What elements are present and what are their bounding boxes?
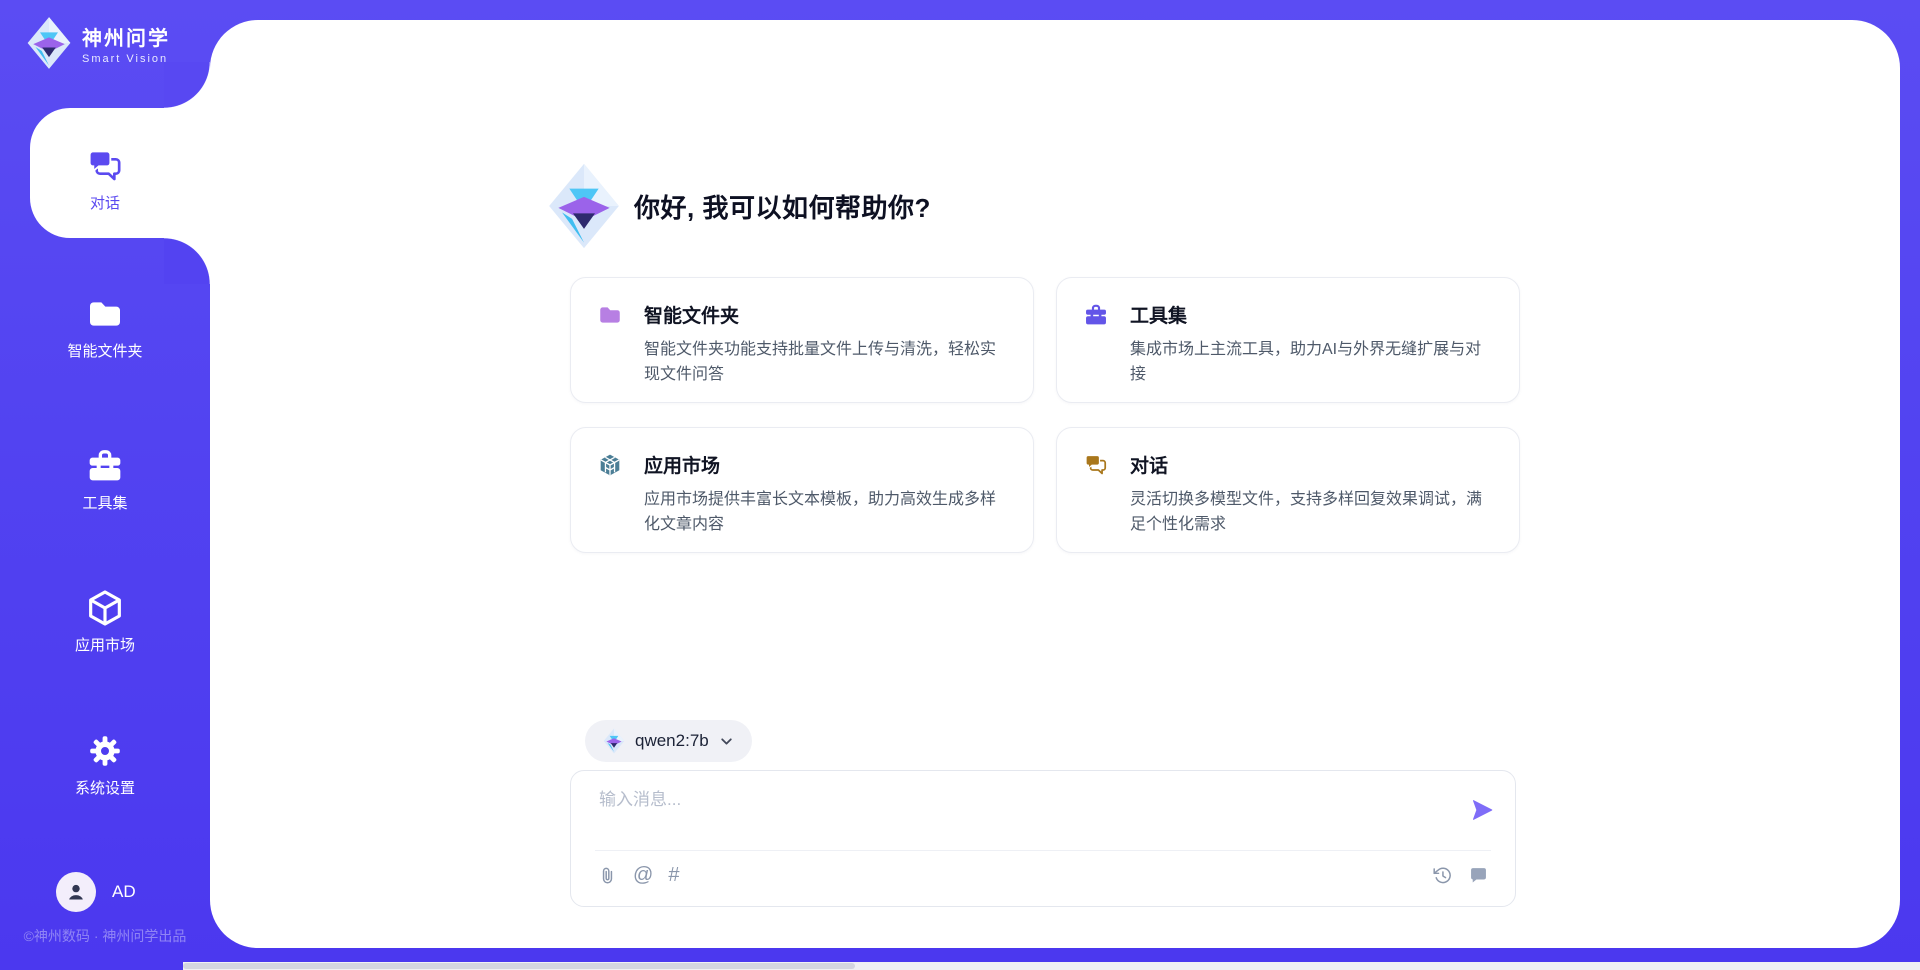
greeting: 你好, 我可以如何帮助你? xyxy=(547,162,931,250)
cube-icon xyxy=(597,452,623,478)
send-button[interactable] xyxy=(1469,797,1495,823)
gear-icon xyxy=(85,731,125,771)
folder-icon xyxy=(85,294,125,334)
message-composer: @ # xyxy=(570,770,1516,907)
message-input[interactable] xyxy=(599,785,1439,841)
brand-subtitle: Smart Vision xyxy=(82,53,170,65)
card-description: 灵活切换多模型文件，支持多样回复效果调试，满足个性化需求 xyxy=(1130,487,1491,537)
send-icon xyxy=(1469,797,1495,823)
avatar[interactable] xyxy=(56,872,96,912)
model-selector[interactable]: qwen2:7b xyxy=(585,720,752,762)
horizontal-scrollbar[interactable] xyxy=(183,962,1920,970)
sidebar-item-app-market[interactable]: 应用市场 xyxy=(0,588,210,655)
sidebar-item-label: 系统设置 xyxy=(0,777,210,798)
feature-cards: 智能文件夹 智能文件夹功能支持批量文件上传与清洗，轻松实现文件问答 工具集 集成… xyxy=(570,277,1522,553)
message-icon[interactable] xyxy=(1468,865,1489,886)
chat-icon xyxy=(1083,452,1109,478)
sidebar-item-label: 对话 xyxy=(0,192,210,213)
user-initials: AD xyxy=(112,882,136,902)
composer-right-icons xyxy=(1432,865,1489,886)
card-chat[interactable]: 对话 灵活切换多模型文件，支持多样回复效果调试，满足个性化需求 xyxy=(1056,427,1520,553)
sidebar-item-label: 应用市场 xyxy=(0,634,210,655)
copyright-footer: ©神州数码 · 神州问学出品 xyxy=(0,926,210,946)
card-description: 应用市场提供丰富长文本模板，助力高效生成多样化文章内容 xyxy=(644,487,1005,537)
chat-icon xyxy=(85,146,125,186)
greeting-gem-icon xyxy=(547,162,621,250)
card-description: 智能文件夹功能支持批量文件上传与清洗，轻松实现文件问答 xyxy=(644,337,1005,387)
greeting-text: 你好, 我可以如何帮助你? xyxy=(634,188,931,225)
scrollbar-thumb[interactable] xyxy=(183,963,855,969)
card-title: 工具集 xyxy=(1130,301,1187,328)
model-gem-icon xyxy=(603,728,625,754)
sidebar-item-settings[interactable]: 系统设置 xyxy=(0,731,210,798)
card-toolset[interactable]: 工具集 集成市场上主流工具，助力AI与外界无缝扩展与对接 xyxy=(1056,277,1520,403)
card-smart-folder[interactable]: 智能文件夹 智能文件夹功能支持批量文件上传与清洗，轻松实现文件问答 xyxy=(570,277,1034,403)
sidebar-item-label: 工具集 xyxy=(0,492,210,513)
folder-icon xyxy=(597,302,623,328)
cube-icon xyxy=(85,588,125,628)
card-app-market[interactable]: 应用市场 应用市场提供丰富长文本模板，助力高效生成多样化文章内容 xyxy=(570,427,1034,553)
paperclip-icon[interactable] xyxy=(597,865,618,886)
main-panel: 你好, 我可以如何帮助你? 智能文件夹 智能文件夹功能支持批量文件上传与清洗，轻… xyxy=(210,20,1900,948)
chevron-down-icon xyxy=(719,734,734,749)
toolbox-icon xyxy=(85,446,125,486)
hash-icon[interactable]: # xyxy=(668,865,679,886)
sidebar-item-toolset[interactable]: 工具集 xyxy=(0,446,210,513)
brand-gem-icon xyxy=(26,16,72,70)
brand-logo: 神州问学 Smart Vision xyxy=(26,16,170,70)
composer-toolbar: @ # xyxy=(597,865,1489,886)
history-icon[interactable] xyxy=(1432,865,1453,886)
card-title: 对话 xyxy=(1130,451,1168,478)
model-label: qwen2:7b xyxy=(635,731,709,751)
brand-name: 神州问学 xyxy=(82,22,170,51)
sidebar-item-label: 智能文件夹 xyxy=(0,340,210,361)
sidebar-item-smart-folder[interactable]: 智能文件夹 xyxy=(0,294,210,361)
sidebar-item-chat[interactable]: 对话 xyxy=(0,146,210,213)
user-row: AD xyxy=(56,872,136,912)
at-icon[interactable]: @ xyxy=(633,865,653,886)
card-title: 应用市场 xyxy=(644,451,720,478)
card-description: 集成市场上主流工具，助力AI与外界无缝扩展与对接 xyxy=(1130,337,1491,387)
sidebar: 神州问学 Smart Vision 对话 智能文件夹 工具集 应用市场 系统设置… xyxy=(0,0,210,970)
composer-left-icons: @ # xyxy=(597,865,679,886)
person-icon xyxy=(64,880,88,904)
composer-divider xyxy=(595,850,1491,851)
toolbox-icon xyxy=(1083,302,1109,328)
card-title: 智能文件夹 xyxy=(644,301,739,328)
